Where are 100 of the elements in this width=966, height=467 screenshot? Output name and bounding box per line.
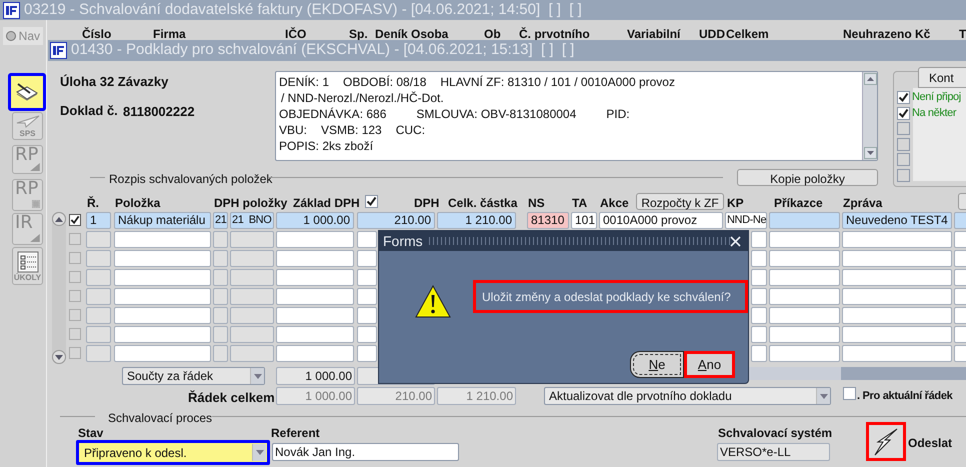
- table-cell[interactable]: 0010A000 provoz: [599, 212, 723, 229]
- table-cell[interactable]: 1 210.00: [437, 212, 516, 229]
- table-cell[interactable]: [751, 250, 767, 267]
- dialog-button[interactable]: Ne: [630, 351, 684, 378]
- table-cell[interactable]: [769, 288, 840, 305]
- table-cell[interactable]: [769, 326, 840, 343]
- table-cell[interactable]: NND-Ne: [725, 212, 767, 229]
- scroll-down-icon[interactable]: [52, 350, 66, 364]
- budget-button[interactable]: Rozpočty k ZF: [636, 193, 724, 210]
- table-cell[interactable]: [842, 269, 952, 286]
- table-cell[interactable]: [86, 288, 111, 305]
- table-cell[interactable]: [276, 231, 354, 248]
- checkbox[interactable]: [897, 122, 910, 135]
- table-cell[interactable]: [276, 288, 354, 305]
- table-cell[interactable]: [357, 307, 377, 324]
- table-cell[interactable]: [86, 269, 111, 286]
- table-cell[interactable]: [276, 345, 354, 362]
- table-cell[interactable]: [114, 345, 211, 362]
- table-cell[interactable]: [769, 307, 840, 324]
- table-cell[interactable]: [842, 345, 952, 362]
- table-cell[interactable]: [842, 231, 952, 248]
- table-cell[interactable]: [114, 326, 211, 343]
- table-cell[interactable]: Neuvedeno TEST4: [842, 212, 952, 229]
- table-cell[interactable]: [114, 288, 211, 305]
- table-cell[interactable]: [230, 345, 274, 362]
- table-cell[interactable]: [114, 307, 211, 324]
- checkbox[interactable]: [365, 195, 378, 208]
- table-cell[interactable]: [357, 326, 377, 343]
- table-cell[interactable]: [751, 307, 767, 324]
- checkbox[interactable]: [69, 252, 81, 264]
- table-cell[interactable]: [751, 269, 767, 286]
- table-cell[interactable]: [357, 231, 377, 248]
- table-cell[interactable]: [842, 307, 952, 324]
- table-cell[interactable]: [842, 288, 952, 305]
- table-cell[interactable]: [230, 250, 274, 267]
- table-cell[interactable]: [769, 345, 840, 362]
- table-cell[interactable]: 1 000.00: [276, 212, 354, 229]
- table-cell[interactable]: [213, 345, 228, 362]
- table-cell[interactable]: [769, 250, 840, 267]
- checkbox[interactable]: [897, 106, 910, 120]
- status-dropdown[interactable]: Připraveno k odesl.: [76, 440, 270, 465]
- table-cell[interactable]: [751, 288, 767, 305]
- table-cell[interactable]: [276, 250, 354, 267]
- dialog-button[interactable]: Ano: [684, 351, 735, 378]
- table-cell[interactable]: [86, 307, 111, 324]
- table-cell[interactable]: [276, 326, 354, 343]
- checkbox[interactable]: [897, 138, 910, 150]
- table-cell[interactable]: [357, 269, 377, 286]
- table-cell[interactable]: [213, 307, 228, 324]
- table-cell[interactable]: [769, 269, 840, 286]
- table-cell[interactable]: [842, 250, 952, 267]
- table-cell[interactable]: [751, 231, 767, 248]
- scroll-up-icon[interactable]: [52, 212, 66, 226]
- toolbar-button[interactable]: [8, 73, 46, 111]
- table-cell[interactable]: [230, 269, 274, 286]
- table-cell[interactable]: [276, 307, 354, 324]
- table-cell[interactable]: [769, 231, 840, 248]
- checkbox[interactable]: [69, 214, 81, 226]
- checkbox[interactable]: [897, 153, 910, 166]
- update-dropdown[interactable]: Aktualizovat dle prvotního dokladu: [544, 387, 831, 405]
- table-cell[interactable]: [86, 326, 111, 343]
- table-cell[interactable]: [357, 345, 377, 362]
- table-cell[interactable]: 21 BNO: [230, 212, 274, 229]
- table-cell[interactable]: [86, 345, 111, 362]
- table-cell[interactable]: [114, 269, 211, 286]
- table-cell[interactable]: [230, 231, 274, 248]
- table-cell[interactable]: [357, 250, 377, 267]
- table-cell[interactable]: [114, 231, 211, 248]
- table-cell[interactable]: 210.00: [357, 212, 435, 229]
- totals-dropdown[interactable]: Součty za řádek: [122, 367, 265, 385]
- table-cell[interactable]: [114, 250, 211, 267]
- checkbox[interactable]: [897, 168, 910, 182]
- table-cell[interactable]: [751, 345, 767, 362]
- checkbox[interactable]: [69, 328, 81, 340]
- copy-items-button[interactable]: Kopie položky: [737, 169, 878, 186]
- referent-field[interactable]: Novák Jan Ing.: [272, 443, 459, 461]
- checkbox[interactable]: [897, 91, 910, 104]
- table-cell[interactable]: [842, 326, 952, 343]
- table-cell[interactable]: [213, 250, 228, 267]
- table-cell[interactable]: [213, 326, 228, 343]
- table-cell[interactable]: 21: [213, 212, 228, 229]
- table-cell[interactable]: [213, 231, 228, 248]
- checkbox[interactable]: [69, 309, 81, 321]
- table-cell[interactable]: [213, 269, 228, 286]
- panel-tab[interactable]: Kont: [918, 67, 966, 88]
- table-cell[interactable]: [751, 326, 767, 343]
- checkbox[interactable]: [69, 347, 81, 359]
- table-cell[interactable]: 1: [86, 212, 111, 229]
- checkbox[interactable]: [69, 290, 81, 302]
- checkbox[interactable]: [69, 233, 81, 245]
- table-cell[interactable]: [230, 288, 274, 305]
- table-cell[interactable]: [86, 250, 111, 267]
- table-cell[interactable]: Nákup materiálu: [114, 212, 211, 229]
- send-button[interactable]: [866, 422, 906, 461]
- checkbox[interactable]: [69, 271, 81, 283]
- table-cell[interactable]: [213, 288, 228, 305]
- table-cell[interactable]: [357, 288, 377, 305]
- table-cell[interactable]: [276, 269, 354, 286]
- table-cell[interactable]: [86, 231, 111, 248]
- table-cell[interactable]: [769, 212, 840, 229]
